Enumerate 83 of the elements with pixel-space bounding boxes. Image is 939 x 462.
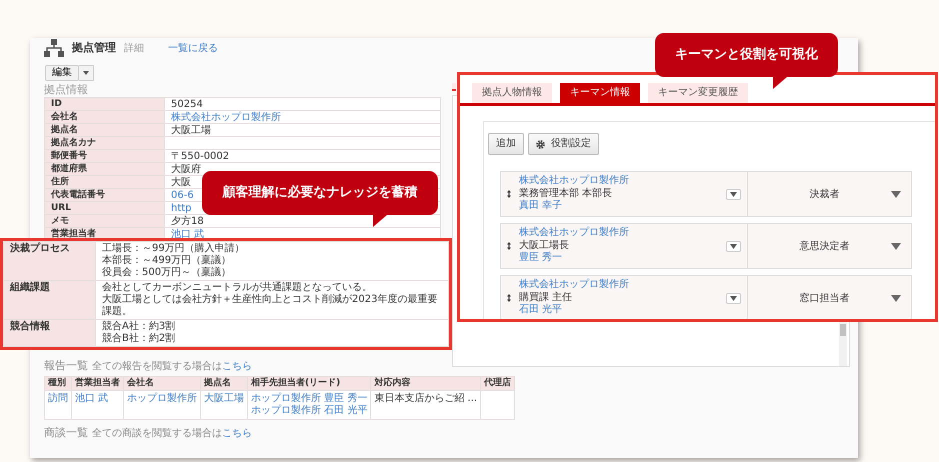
page-subtitle: 詳細: [124, 42, 144, 56]
field-value-line: 競合A社：約3割: [102, 321, 176, 332]
company-link[interactable]: 株式会社ホップロ製作所: [519, 227, 726, 240]
page-title: 拠点管理: [72, 41, 116, 55]
dropdown-button[interactable]: [726, 188, 741, 200]
person-title: 業務管理本部 本部長: [519, 188, 614, 200]
field-label: 会社名: [51, 112, 78, 122]
person-link[interactable]: 石田 光平: [519, 304, 726, 317]
section-title: 拠点情報: [44, 83, 89, 96]
column-header: 種別: [48, 378, 66, 388]
role-select[interactable]: 意思決定者: [758, 238, 891, 254]
section-note: 全ての報告を閲覧する場合は: [92, 361, 222, 372]
note-link[interactable]: こちら: [222, 428, 252, 439]
field-value-line: 大阪工場としては会社方針＋生産性向上とコスト削減が2023年度の最重要課題。: [102, 294, 438, 318]
column-header: 代理店: [484, 378, 512, 388]
gear-icon: [536, 140, 545, 148]
field-label: ID: [51, 98, 62, 108]
field-value-line: 競合B社：約2割: [102, 333, 176, 345]
company-link[interactable]: 株式会社ホップロ製作所: [519, 279, 726, 292]
section-note: 全ての商談を閲覧する場合は: [92, 428, 222, 439]
dropdown-button[interactable]: [726, 292, 741, 304]
person-title: 大阪工場長: [519, 240, 570, 252]
org-chart-icon: [44, 39, 64, 57]
tab[interactable]: キーマン変更履歴: [648, 83, 748, 103]
table-link[interactable]: ホップロ製作所 石田 光平: [251, 405, 368, 417]
field-value: 大阪: [171, 176, 191, 188]
field-label: 拠点名: [51, 124, 78, 134]
section-title: 商談一覧: [44, 426, 88, 439]
note-link[interactable]: こちら: [222, 361, 252, 372]
field-label: 決裁プロセス: [10, 243, 70, 254]
tab[interactable]: 拠点人物情報: [472, 83, 552, 103]
field-value-line: 本部長：～499万円（稟議）: [102, 255, 232, 266]
caret-icon: [891, 242, 901, 250]
field-label: 郵便番号: [51, 150, 87, 160]
field-label: 都道府県: [51, 164, 87, 174]
field-label: メモ: [51, 216, 69, 226]
field-value-line: 工場長：～99万円（購入申請）: [102, 243, 246, 254]
caret-icon: [83, 71, 89, 75]
field-label: 拠点名カナ: [51, 138, 96, 148]
field-label: URL: [51, 202, 71, 212]
field-value: 夕方18: [171, 216, 204, 226]
drag-handle-icon[interactable]: [507, 190, 511, 198]
caret-icon: [730, 192, 737, 196]
field-value: 〒550-0002: [171, 150, 230, 162]
drag-handle-icon[interactable]: [507, 242, 511, 250]
section-title: 報告一覧: [44, 359, 88, 372]
dropdown-toggle[interactable]: [79, 65, 94, 81]
tab[interactable]: キーマン情報: [560, 83, 640, 103]
field-label: 代表電話番号: [51, 190, 105, 200]
person-title: 購買課 主任: [519, 292, 574, 304]
scrollbar[interactable]: [839, 322, 847, 366]
field-value-line: 会社としてカーボンニュートラルが共通課題となっている。: [102, 282, 373, 294]
caret-icon: [891, 294, 901, 302]
field-label: 組織課題: [10, 282, 50, 293]
table-link[interactable]: ホップロ製作所 豊臣 秀一: [251, 393, 368, 405]
person-link[interactable]: 豊臣 秀一: [519, 252, 726, 265]
role-settings-button[interactable]: 役割設定: [528, 133, 599, 155]
field-value: 大阪府: [171, 164, 201, 174]
drag-handle-icon[interactable]: [507, 294, 511, 302]
column-header: 営業担当者: [75, 378, 120, 388]
field-value: 50254: [171, 98, 203, 110]
company-link[interactable]: 株式会社ホップロ製作所: [519, 175, 726, 188]
person-link[interactable]: 真田 幸子: [519, 200, 726, 213]
field-label: 住所: [51, 176, 69, 186]
caret-icon: [730, 296, 737, 300]
dropdown-button[interactable]: [726, 240, 741, 252]
add-button[interactable]: 追加: [488, 133, 524, 155]
field-label: 営業担当者: [51, 228, 96, 238]
field-value: 大阪工場: [171, 124, 211, 136]
role-select[interactable]: 窓口担当者: [758, 290, 891, 306]
role-select[interactable]: 決裁者: [758, 186, 891, 202]
tab[interactable]: [452, 83, 456, 91]
column-header: 拠点名: [204, 378, 231, 388]
column-header: 対応内容: [374, 378, 410, 388]
field-value-line: 役員会：500万円～（稟議）: [102, 267, 232, 279]
table-cell: 東日本支店からご紹 ...: [374, 393, 478, 405]
caret-icon: [891, 190, 901, 198]
column-header: 会社名: [127, 378, 154, 388]
edit-button[interactable]: 編集: [45, 65, 79, 81]
caret-icon: [730, 244, 737, 248]
field-label: 競合情報: [10, 321, 50, 332]
column-header: 相手先担当者(リード): [251, 378, 340, 388]
back-link[interactable]: 一覧に戻る: [168, 40, 218, 56]
